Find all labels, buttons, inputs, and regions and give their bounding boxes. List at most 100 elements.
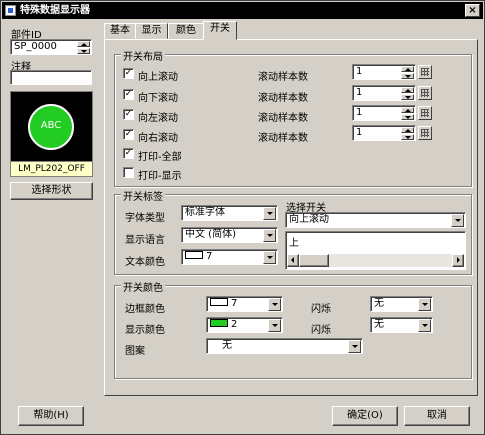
shape-name: LM_PL202_OFF [10, 161, 93, 177]
tab-basic[interactable]: 基本 [104, 23, 136, 39]
text-color-value: 7 [206, 251, 213, 262]
chevron-down-icon[interactable] [263, 251, 276, 264]
label-group-title: 开关标签 [121, 188, 165, 203]
part-id-value: SP_0000 [14, 41, 57, 52]
arrow-right-icon [457, 257, 460, 263]
scroll-up-sample-field[interactable]: 1 [352, 64, 416, 80]
scroll-thumb[interactable] [299, 254, 329, 267]
scroll-down-label: 向下滚动 [138, 93, 178, 104]
chevron-down-icon[interactable] [268, 298, 281, 311]
scroll-right-grid-icon[interactable] [418, 126, 432, 140]
scroll-down-sample-value: 1 [356, 87, 363, 98]
switch-text-box[interactable]: 上 [285, 231, 466, 270]
switch-text-value: 上 [289, 238, 299, 249]
border-color-value: 7 [231, 298, 238, 309]
chevron-down-icon[interactable] [348, 340, 361, 353]
label-group: 开关标签 字体类型 标准字体 显示语言 中文 (简体) 文本颜色 7 选择开关 … [114, 188, 472, 275]
blink2-value: 无 [374, 319, 384, 330]
select-shape-button[interactable]: 选择形状 [10, 182, 93, 200]
scroll-up-sample-label: 滚动样本数 [258, 72, 308, 83]
comment-input[interactable] [10, 70, 92, 85]
language-label: 显示语言 [125, 235, 165, 246]
scroll-left-sample-field[interactable]: 1 [352, 105, 416, 121]
spin-up-icon[interactable] [77, 41, 90, 47]
scroll-down-checkbox[interactable]: ✓ [123, 89, 134, 100]
color-group-title: 开关颜色 [121, 279, 165, 294]
help-button[interactable]: 帮助(H) [18, 406, 84, 426]
chevron-down-icon[interactable] [418, 298, 431, 311]
scroll-up-grid-icon[interactable] [418, 65, 432, 79]
text-color-swatch [185, 251, 203, 259]
scroll-right-spinner[interactable] [401, 127, 414, 140]
pattern-select[interactable]: 无 [206, 338, 363, 354]
chevron-down-icon[interactable] [263, 229, 276, 242]
window-title: 特殊数据显示器 [20, 5, 90, 16]
scroll-down-spinner[interactable] [401, 87, 414, 100]
display-color-select[interactable]: 2 [206, 317, 283, 333]
tab-panel: 开关布局 ✓ 向上滚动 滚动样本数 1 ✓ 向下滚动 滚动样本数 1 ✓ 向左滚… [104, 39, 478, 396]
print-display-label: 打印-显示 [138, 171, 182, 182]
preview-text: ABC [40, 120, 62, 131]
tab-color[interactable]: 颜色 [168, 23, 204, 39]
language-select[interactable]: 中文 (简体) [181, 227, 278, 243]
spin-down-icon[interactable] [401, 114, 414, 120]
app-icon [5, 5, 16, 16]
scroll-down-sample-field[interactable]: 1 [352, 85, 416, 101]
blink2-label: 闪烁 [311, 325, 331, 336]
part-id-field[interactable]: SP_0000 [10, 39, 92, 55]
scroll-right-checkbox[interactable]: ✓ [123, 129, 134, 140]
print-all-label: 打印-全部 [138, 152, 182, 163]
ok-button[interactable]: 确定(O) [332, 406, 398, 426]
font-type-select[interactable]: 标准字体 [181, 205, 278, 221]
spin-up-icon[interactable] [401, 107, 414, 113]
cancel-button[interactable]: 取消 [404, 406, 470, 426]
border-color-label: 边框颜色 [125, 304, 165, 315]
spin-up-icon[interactable] [401, 66, 414, 72]
scroll-left-sample-label: 滚动样本数 [258, 113, 308, 124]
scroll-down-sample-label: 滚动样本数 [258, 93, 308, 104]
print-display-checkbox[interactable] [123, 167, 134, 178]
dialog-window: 特殊数据显示器 × 部件ID SP_0000 注释 ABC LM_PL202_O… [0, 0, 485, 435]
display-color-value: 2 [231, 319, 238, 330]
select-switch-dropdown[interactable]: 向上滚动 [285, 212, 466, 228]
border-color-swatch [210, 298, 228, 306]
chevron-down-icon[interactable] [263, 207, 276, 220]
spin-up-icon[interactable] [401, 87, 414, 93]
layout-group-title: 开关布局 [121, 48, 165, 63]
scroll-right-sample-value: 1 [356, 127, 363, 138]
close-button[interactable]: × [465, 4, 480, 17]
chevron-down-icon[interactable] [268, 319, 281, 332]
scroll-left-spinner[interactable] [401, 107, 414, 120]
chevron-down-icon[interactable] [418, 319, 431, 332]
print-all-checkbox[interactable]: ✓ [123, 148, 134, 159]
display-color-swatch [210, 319, 228, 327]
scroll-left-checkbox[interactable]: ✓ [123, 109, 134, 120]
tab-switch[interactable]: 开关 [203, 21, 237, 40]
spin-up-icon[interactable] [401, 127, 414, 133]
horizontal-scrollbar[interactable] [287, 254, 464, 267]
scroll-left-sample-value: 1 [356, 107, 363, 118]
scroll-up-label: 向上滚动 [138, 72, 178, 83]
border-color-select[interactable]: 7 [206, 296, 283, 312]
scroll-up-checkbox[interactable]: ✓ [123, 68, 134, 79]
spin-down-icon[interactable] [401, 73, 414, 79]
color-group: 开关颜色 边框颜色 7 闪烁 无 显示颜色 2 闪烁 无 图案 无 [114, 279, 472, 379]
blink2-select[interactable]: 无 [370, 317, 433, 333]
spin-down-icon[interactable] [401, 94, 414, 100]
scroll-right-sample-field[interactable]: 1 [352, 125, 416, 141]
chevron-down-icon[interactable] [451, 214, 464, 227]
scroll-down-grid-icon[interactable] [418, 86, 432, 100]
blink1-select[interactable]: 无 [370, 296, 433, 312]
text-color-select[interactable]: 7 [181, 249, 278, 265]
part-id-spinner[interactable] [77, 41, 90, 54]
blink1-value: 无 [374, 298, 384, 309]
spin-down-icon[interactable] [77, 48, 90, 54]
text-color-label: 文本颜色 [125, 257, 165, 268]
title-bar: 特殊数据显示器 × [2, 2, 483, 19]
scroll-right-label: 向右滚动 [138, 133, 178, 144]
spin-down-icon[interactable] [401, 134, 414, 140]
scroll-left-grid-icon[interactable] [418, 106, 432, 120]
scroll-up-spinner[interactable] [401, 66, 414, 79]
tab-display[interactable]: 显示 [135, 23, 168, 39]
language-value: 中文 (简体) [185, 229, 236, 240]
